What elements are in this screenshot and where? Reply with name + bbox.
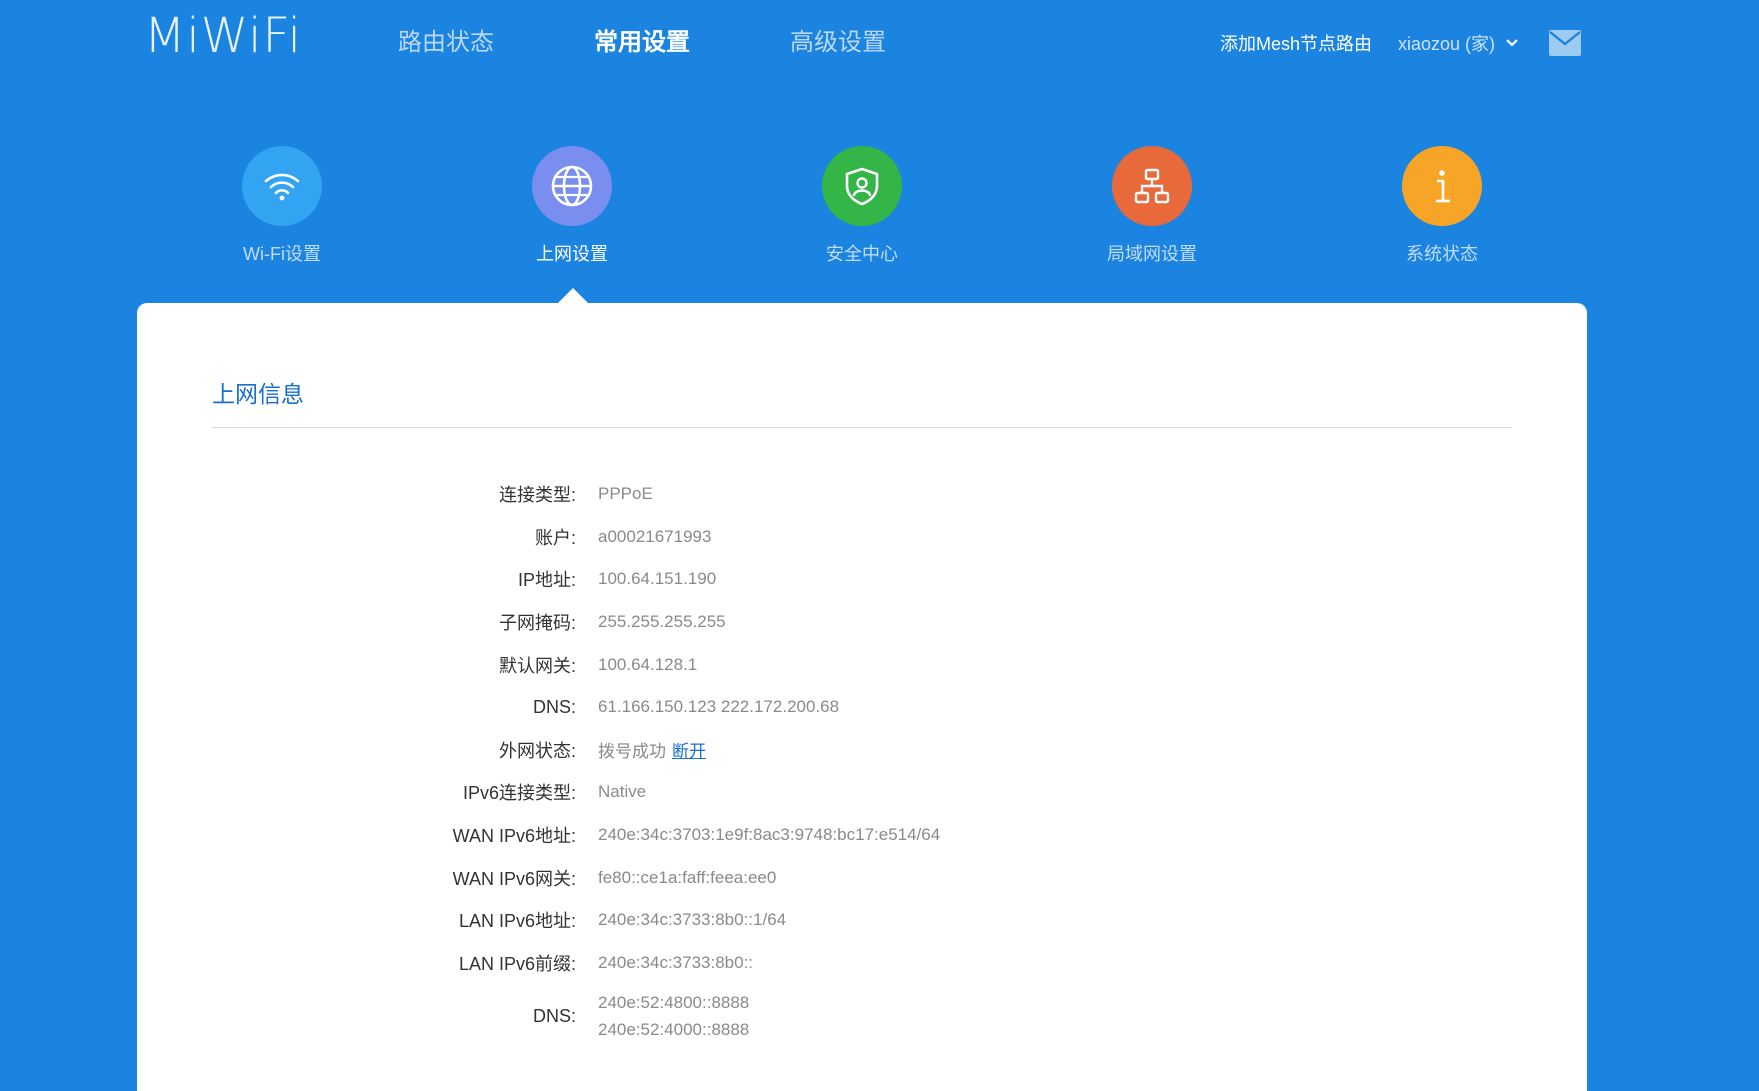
top-right-actions: 添加Mesh节点路由 xiaozou (家) — [1220, 30, 1581, 56]
mail-icon[interactable] — [1549, 30, 1581, 56]
tab-security-center[interactable]: 安全中心 — [762, 146, 962, 266]
info-label: 默认网关: — [498, 655, 576, 676]
page: MiWiFi 路由状态 常用设置 高级设置 添加Mesh节点路由 xiaozou… — [0, 0, 1759, 1091]
info-row-subnet-mask: 子网掩码: 255.255.255.255 — [137, 601, 1587, 644]
active-tab-pointer — [557, 288, 589, 304]
add-mesh-node-link[interactable]: 添加Mesh节点路由 — [1220, 30, 1372, 56]
info-value: 100.64.128.1 — [598, 654, 698, 674]
tab-internet-settings[interactable]: 上网设置 — [472, 146, 672, 266]
info-value: Native — [598, 782, 647, 802]
disconnect-link[interactable]: 断开 — [672, 742, 706, 761]
tab-wifi-settings[interactable]: Wi-Fi设置 — [182, 146, 382, 266]
info-value: PPPoE — [598, 484, 653, 504]
info-row-wan-status: 外网状态: 拨号成功 断开 — [137, 729, 1587, 772]
info-value-wrap: 拨号成功 断开 — [598, 737, 706, 762]
info-label: IPv6连接类型: — [462, 783, 576, 804]
info-value: fe80::ce1a:faff:feea:ee0 — [598, 867, 777, 887]
info-label: IP地址: — [517, 570, 576, 591]
info-value: 100.64.151.190 — [598, 569, 717, 589]
chevron-down-icon — [1506, 39, 1518, 47]
divider — [212, 427, 1512, 428]
info-value: 240e:52:4000::8888 — [598, 1020, 750, 1040]
info-value: 240e:34c:3733:8b0::1/64 — [598, 910, 787, 930]
info-row-wan-ipv6-address: WAN IPv6地址: 240e:34c:3703:1e9f:8ac3:9748… — [137, 814, 1587, 857]
tab-label: 局域网设置 — [1107, 244, 1197, 264]
miwifi-logo[interactable]: MiWiFi — [144, 10, 302, 62]
info-value-list: 240e:52:4800::8888 240e:52:4000::8888 — [598, 989, 749, 1043]
info-value: 61.166.150.123 222.172.200.68 — [598, 697, 840, 717]
info-label: 账户: — [534, 527, 576, 548]
info-row-ipv6-type: IPv6连接类型: Native — [137, 771, 1587, 814]
nav-router-status[interactable]: 路由状态 — [398, 26, 494, 60]
info-row-lan-ipv6-address: LAN IPv6地址: 240e:34c:3733:8b0::1/64 — [137, 899, 1587, 942]
user-name: xiaozou (家) — [1397, 34, 1495, 54]
wifi-icon — [242, 146, 322, 226]
info-value: a00021671993 — [598, 526, 712, 546]
info-row-ipv6-dns: DNS: 240e:52:4800::8888 240e:52:4000::88… — [137, 984, 1587, 1048]
info-row-account: 账户: a00021671993 — [137, 516, 1587, 559]
tab-label: Wi-Fi设置 — [243, 244, 321, 264]
nav-common-settings[interactable]: 常用设置 — [594, 26, 690, 60]
info-label: 子网掩码: — [498, 613, 576, 634]
network-icon — [1112, 146, 1192, 226]
info-value: 240e:52:4800::8888 — [598, 993, 750, 1013]
info-label: WAN IPv6网关: — [452, 868, 576, 889]
tab-system-status[interactable]: 系统状态 — [1342, 146, 1542, 266]
info-row-connection-type: 连接类型: PPPoE — [137, 473, 1587, 516]
info-row-ip-address: IP地址: 100.64.151.190 — [137, 558, 1587, 601]
info-row-lan-ipv6-prefix: LAN IPv6前缀: 240e:34c:3733:8b0:: — [137, 942, 1587, 985]
main-card: 上网信息 连接类型: PPPoE 账户: a00021671993 IP地址: … — [137, 303, 1587, 1091]
tab-label: 上网设置 — [536, 244, 608, 264]
section-title: 上网信息 — [212, 381, 304, 407]
info-row-default-gateway: 默认网关: 100.64.128.1 — [137, 643, 1587, 686]
info-label: LAN IPv6前缀: — [458, 953, 576, 974]
info-label: WAN IPv6地址: — [452, 826, 576, 847]
internet-info-list: 连接类型: PPPoE 账户: a00021671993 IP地址: 100.6… — [137, 473, 1587, 1048]
globe-icon — [532, 146, 612, 226]
info-value: 255.255.255.255 — [598, 612, 726, 632]
info-row-dns: DNS: 61.166.150.123 222.172.200.68 — [137, 686, 1587, 729]
info-label: 外网状态: — [498, 740, 576, 761]
info-label: LAN IPv6地址: — [458, 911, 576, 932]
tab-lan-settings[interactable]: 局域网设置 — [1052, 146, 1252, 266]
info-row-wan-ipv6-gateway: WAN IPv6网关: fe80::ce1a:faff:feea:ee0 — [137, 856, 1587, 899]
top-nav: 路由状态 常用设置 高级设置 — [398, 26, 986, 60]
shield-icon — [822, 146, 902, 226]
info-label: DNS: — [532, 696, 576, 717]
info-value: 240e:34c:3703:1e9f:8ac3:9748:bc17:e514/6… — [598, 825, 941, 845]
nav-advanced-settings[interactable]: 高级设置 — [790, 26, 886, 60]
tab-label: 系统状态 — [1406, 244, 1478, 264]
info-value: 240e:34c:3733:8b0:: — [598, 952, 754, 972]
info-icon — [1402, 146, 1482, 226]
user-menu[interactable]: xiaozou (家) — [1398, 30, 1519, 56]
info-label: DNS: — [532, 1005, 576, 1026]
tab-label: 安全中心 — [826, 244, 898, 264]
info-label: 连接类型: — [498, 485, 576, 506]
info-value: 拨号成功 — [598, 742, 666, 762]
